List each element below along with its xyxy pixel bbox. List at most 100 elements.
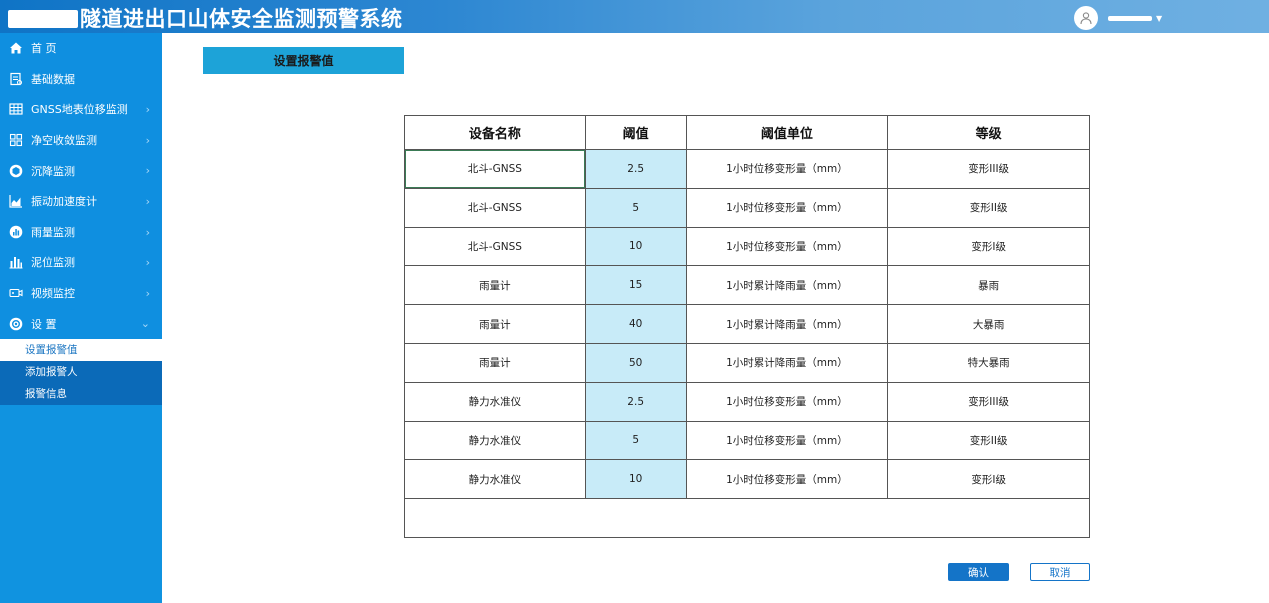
cell-level: 变形II级 [887, 187, 1090, 228]
cell-unit: 1小时累计降雨量（mm） [685, 342, 889, 383]
sidebar-item-0[interactable]: 首 页 [0, 33, 162, 64]
sidebar-item-label: GNSS地表位移监测 [31, 103, 128, 117]
table-row: 静力水准仪 2.5 1小时位移变形量（mm） 变形III级 [404, 381, 1090, 422]
sidebar-item-label: 振动加速度计 [31, 195, 97, 209]
chevron-right-icon: › [145, 256, 150, 270]
table-row: 雨量计 40 1小时累计降雨量（mm） 大暴雨 [404, 304, 1090, 344]
cell-level: 暴雨 [887, 265, 1090, 306]
cell-device: 雨量计 [404, 304, 586, 344]
cell-unit: 1小时位移变形量（mm） [685, 149, 889, 189]
chevron-right-icon: › [145, 225, 150, 239]
cell-threshold[interactable]: 5 [584, 187, 687, 228]
cell-level: 大暴雨 [887, 304, 1090, 344]
page-title-tab[interactable]: 设置报警值 [203, 47, 404, 74]
alarm-threshold-table: 设备名称 阈值 阈值单位 等级 北斗-GNSS 2.5 1小时位移变形量（mm） 变形… [404, 115, 1090, 539]
settings-icon [8, 316, 23, 331]
user-menu[interactable]: ▼ [1074, 6, 1162, 30]
cell-unit: 1小时累计降雨量（mm） [685, 265, 889, 306]
chevron-right-icon: › [145, 194, 150, 208]
sidebar-item-label: 沉降监测 [31, 164, 75, 178]
column-header-level: 等级 [887, 115, 1090, 150]
table-row: 雨量计 50 1小时累计降雨量（mm） 特大暴雨 [404, 342, 1090, 383]
table-row: 静力水准仪 10 1小时位移变形量（mm） 变形I级 [404, 459, 1090, 500]
cell-unit: 1小时位移变形量（mm） [685, 459, 889, 500]
column-header-device: 设备名称 [404, 115, 586, 150]
column-header-threshold: 阈值 [584, 115, 687, 150]
cell-device: 北斗-GNSS [404, 149, 586, 189]
sidebar-item-9[interactable]: 设 置 ⌄ [0, 308, 162, 339]
redacted-title-prefix [8, 10, 78, 28]
sidebar-item-label: 雨量监测 [31, 225, 75, 239]
user-avatar-icon[interactable] [1074, 6, 1098, 30]
cell-unit: 1小时位移变形量（mm） [685, 226, 889, 267]
cube-icon [8, 163, 23, 178]
sidebar: 首 页基础数据 GNSS地表位移监测 › 净空收敛监测 › 沉降监测 › 振动加速度计 › 雨量监… [0, 33, 162, 603]
sidebar-item-label: 视频监控 [31, 287, 75, 301]
bar-chart-icon [8, 255, 23, 270]
sidebar-empty-area [0, 404, 162, 603]
cell-device: 静力水准仪 [404, 420, 586, 461]
table-row: 北斗-GNSS 5 1小时位移变形量（mm） 变形II级 [404, 187, 1090, 228]
cell-device: 北斗-GNSS [404, 187, 586, 228]
home-icon [8, 41, 23, 56]
chevron-down-icon: ⌄ [140, 317, 150, 331]
cell-threshold[interactable]: 15 [584, 265, 687, 306]
document-icon [8, 71, 23, 86]
area-chart-icon [8, 194, 23, 209]
cell-unit: 1小时累计降雨量（mm） [685, 304, 889, 344]
table-empty-row [404, 498, 1090, 539]
sidebar-sub-alarm-info[interactable]: 报警信息 [0, 383, 162, 405]
sidebar-item-label: 首 页 [31, 42, 57, 56]
cell-threshold[interactable]: 5 [584, 420, 687, 461]
table-row: 北斗-GNSS 10 1小时位移变形量（mm） 变形I级 [404, 226, 1090, 267]
sidebar-item-8[interactable]: 视频监控 › [0, 278, 162, 309]
column-header-unit: 阈值单位 [685, 115, 889, 150]
chevron-right-icon: › [145, 164, 150, 178]
sidebar-item-5[interactable]: 振动加速度计 › [0, 186, 162, 217]
redacted-user-name[interactable] [1108, 15, 1152, 21]
cell-unit: 1小时位移变形量（mm） [685, 381, 889, 422]
sidebar-item-1[interactable]: 基础数据 [0, 64, 162, 95]
app-title-text: 隧道进出口山体安全监测预警系统 [80, 7, 403, 31]
sidebar-item-label: 净空收敛监测 [31, 134, 97, 148]
cell-unit: 1小时位移变形量（mm） [685, 187, 889, 228]
table-header-row: 设备名称 阈值 阈值单位 等级 [404, 115, 1090, 150]
sidebar-sub-set-alarm-value[interactable]: 设置报警值 [0, 338, 162, 361]
cell-device: 静力水准仪 [404, 381, 586, 422]
cell-device: 北斗-GNSS [404, 226, 586, 267]
chevron-right-icon: › [145, 286, 150, 300]
cancel-button[interactable]: 取消 [1030, 563, 1090, 581]
cell-device: 静力水准仪 [404, 459, 586, 500]
sidebar-item-label: 泥位监测 [31, 256, 75, 270]
cell-level: 变形I级 [887, 459, 1090, 500]
camera-icon [8, 286, 23, 301]
sidebar-item-2[interactable]: GNSS地表位移监测 › [0, 94, 162, 125]
cell-device: 雨量计 [404, 342, 586, 383]
cell-level: 变形II级 [887, 420, 1090, 461]
cell-unit: 1小时位移变形量（mm） [685, 420, 889, 461]
table-row: 静力水准仪 5 1小时位移变形量（mm） 变形II级 [404, 420, 1090, 461]
cell-threshold[interactable]: 10 [584, 226, 687, 267]
table-row: 北斗-GNSS 2.5 1小时位移变形量（mm） 变形III级 [404, 149, 1090, 189]
cell-threshold[interactable]: 2.5 [584, 381, 687, 422]
cell-threshold[interactable]: 50 [584, 342, 687, 383]
sidebar-item-label: 设 置 [31, 317, 57, 331]
sidebar-item-7[interactable]: 泥位监测 › [0, 247, 162, 278]
sidebar-sub-add-alarm-contact[interactable]: 添加报警人 [0, 361, 162, 383]
rain-icon [8, 224, 23, 239]
cell-device: 雨量计 [404, 265, 586, 306]
chevron-right-icon: › [145, 103, 150, 117]
cell-level: 变形III级 [887, 381, 1090, 422]
table-empty-cell [404, 498, 1090, 539]
cell-level: 变形III级 [887, 149, 1090, 189]
confirm-button[interactable]: 确认 [948, 563, 1009, 581]
sidebar-item-6[interactable]: 雨量监测 › [0, 217, 162, 248]
app-title: 隧道进出口山体安全监测预警系统 [8, 3, 403, 33]
caret-down-icon[interactable]: ▼ [1156, 14, 1162, 23]
sidebar-item-4[interactable]: 沉降监测 › [0, 155, 162, 186]
cell-threshold[interactable]: 10 [584, 459, 687, 500]
cell-level: 特大暴雨 [887, 342, 1090, 383]
cell-threshold[interactable]: 2.5 [584, 149, 687, 189]
sidebar-item-3[interactable]: 净空收敛监测 › [0, 125, 162, 156]
cell-threshold[interactable]: 40 [584, 304, 687, 344]
